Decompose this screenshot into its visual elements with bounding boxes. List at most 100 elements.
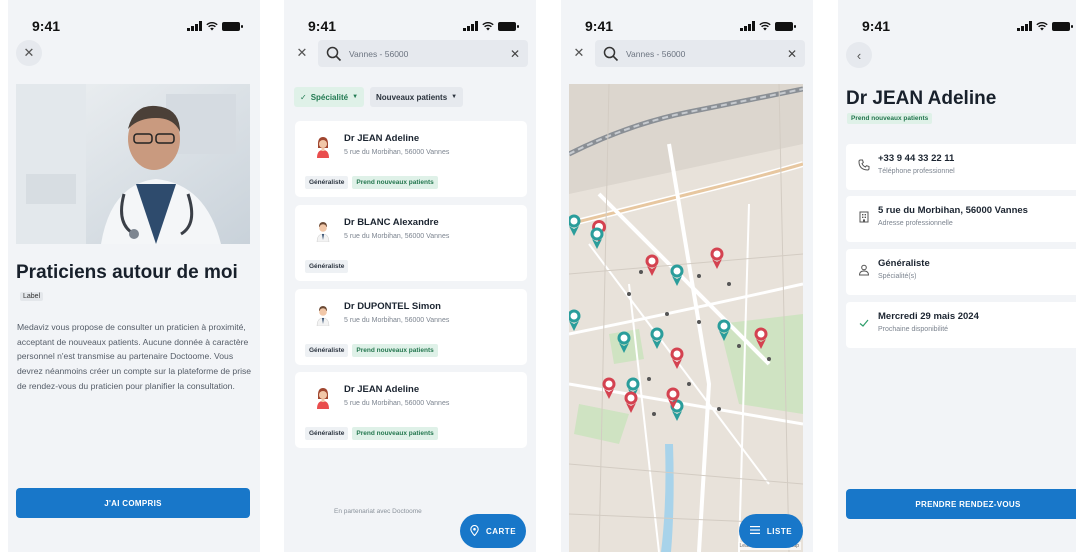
phone-label: Téléphone professionnel bbox=[878, 168, 955, 175]
close-search-button[interactable]: ✕ bbox=[571, 45, 587, 61]
status-bar: 9:41 bbox=[561, 16, 813, 36]
practitioner-name: Dr JEAN Adeline bbox=[344, 133, 420, 144]
close-icon: ✕ bbox=[573, 45, 585, 60]
search-icon bbox=[603, 46, 619, 62]
female-doctor-icon bbox=[316, 387, 330, 409]
phone-icon bbox=[856, 157, 872, 173]
chevron-left-icon: ‹ bbox=[856, 47, 862, 63]
wifi-icon bbox=[759, 21, 771, 31]
new-patients-tag: Prend nouveaux patients bbox=[352, 344, 438, 357]
check-icon bbox=[856, 315, 872, 331]
status-time: 9:41 bbox=[585, 18, 614, 34]
new-patients-tag: Prend nouveaux patients bbox=[847, 113, 933, 124]
book-appointment-button[interactable]: PRENDRE RENDEZ-VOUS bbox=[846, 489, 1076, 519]
availability-label: Prochaine disponibilité bbox=[878, 326, 949, 333]
close-search-button[interactable]: ✕ bbox=[294, 45, 310, 61]
phone-row[interactable]: +33 9 44 33 22 11 Téléphone professionne… bbox=[846, 144, 1076, 190]
label-tag: Label bbox=[20, 292, 44, 301]
status-icons bbox=[1017, 21, 1073, 31]
status-bar: 9:41 bbox=[284, 16, 536, 36]
practitioner-address: 5 rue du Morbihan, 56000 Vannes bbox=[344, 317, 450, 324]
map-screen: 9:41 ✕ Vannes - 56000 ✕ LISTE bbox=[561, 0, 813, 552]
status-time: 9:41 bbox=[862, 18, 891, 34]
specialty-row[interactable]: Généraliste Spécialité(s) bbox=[846, 249, 1076, 295]
signal-icon bbox=[740, 21, 755, 31]
status-icons bbox=[463, 21, 519, 31]
specialty-label: Spécialité(s) bbox=[878, 273, 917, 280]
specialty-tag: Généraliste bbox=[305, 176, 349, 189]
practitioner-address: 5 rue du Morbihan, 56000 Vannes bbox=[344, 149, 450, 156]
signal-icon bbox=[1017, 21, 1032, 31]
map[interactable]: Leaflet | © OpenStreetMap bbox=[569, 84, 803, 552]
battery-icon bbox=[498, 22, 519, 31]
list-icon bbox=[749, 526, 760, 536]
screens: 9:41 ✕ Praticiens autour de moi Label Me… bbox=[0, 0, 1076, 552]
back-button[interactable]: ‹ bbox=[846, 42, 872, 68]
wifi-icon bbox=[1036, 21, 1048, 31]
next-availability: Mercredi 29 mais 2024 bbox=[878, 311, 979, 322]
filter-label: Nouveaux patients bbox=[376, 92, 448, 102]
female-doctor-icon bbox=[316, 136, 330, 158]
map-view-button[interactable]: CARTE bbox=[460, 514, 526, 548]
close-button[interactable]: ✕ bbox=[16, 40, 42, 66]
specialty-tag: Généraliste bbox=[305, 344, 349, 357]
availability-row[interactable]: Mercredi 29 mais 2024 Prochaine disponib… bbox=[846, 302, 1076, 348]
practitioner-card[interactable]: Dr JEAN Adeline 5 rue du Morbihan, 56000… bbox=[295, 372, 527, 448]
close-icon: ✕ bbox=[23, 45, 35, 60]
partner-text: En partenariat avec Doctoome bbox=[334, 508, 422, 515]
phone-number: +33 9 44 33 22 11 bbox=[878, 153, 955, 164]
male-doctor-icon bbox=[316, 304, 330, 327]
filter-specialty[interactable]: ✓ Spécialité ▼ bbox=[294, 87, 365, 107]
battery-icon bbox=[222, 22, 243, 31]
practitioner-name: Dr BLANC Alexandre bbox=[344, 217, 439, 228]
address-label: Adresse professionnelle bbox=[878, 220, 953, 227]
clear-search-icon[interactable]: ✕ bbox=[787, 47, 797, 61]
male-doctor-icon bbox=[316, 220, 330, 243]
list-view-button[interactable]: LISTE bbox=[739, 514, 803, 548]
new-patients-tag: Prend nouveaux patients bbox=[352, 176, 438, 189]
practitioner-name: Dr DUPONTEL Simon bbox=[344, 301, 441, 312]
status-icons bbox=[740, 21, 796, 31]
status-bar: 9:41 bbox=[8, 16, 260, 36]
practitioner-address: 5 rue du Morbihan, 56000 Vannes bbox=[344, 233, 450, 240]
close-icon: ✕ bbox=[296, 45, 308, 60]
fab-label: LISTE bbox=[766, 526, 793, 536]
detail-screen: 9:41 ‹ Dr JEAN Adeline Prend nouveaux pa… bbox=[838, 0, 1076, 552]
practitioner-name: Dr JEAN Adeline bbox=[344, 384, 420, 395]
intro-screen: 9:41 ✕ Praticiens autour de moi Label Me… bbox=[8, 0, 260, 552]
chevron-down-icon: ▼ bbox=[352, 94, 359, 100]
search-value: Vannes - 56000 bbox=[349, 48, 409, 59]
practitioner-card[interactable]: Dr JEAN Adeline 5 rue du Morbihan, 56000… bbox=[295, 121, 527, 197]
address: 5 rue du Morbihan, 56000 Vannes bbox=[878, 205, 1028, 216]
wifi-icon bbox=[206, 21, 218, 31]
battery-icon bbox=[775, 22, 796, 31]
status-bar: 9:41 bbox=[838, 16, 1076, 36]
building-icon bbox=[856, 209, 872, 225]
chevron-down-icon: ▼ bbox=[451, 94, 458, 100]
doctor-hero-image bbox=[16, 84, 250, 244]
wifi-icon bbox=[482, 21, 494, 31]
understood-button[interactable]: J'AI COMPRIS bbox=[16, 488, 250, 518]
filter-new-patients[interactable]: Nouveaux patients ▼ bbox=[370, 87, 464, 107]
page-title: Praticiens autour de moi bbox=[16, 262, 238, 283]
address-row[interactable]: 5 rue du Morbihan, 56000 Vannes Adresse … bbox=[846, 196, 1076, 242]
search-value: Vannes - 56000 bbox=[626, 48, 686, 59]
specialty-tag: Généraliste bbox=[305, 260, 349, 273]
signal-icon bbox=[463, 21, 478, 31]
status-icons bbox=[187, 21, 243, 31]
practitioner-card[interactable]: Dr DUPONTEL Simon 5 rue du Morbihan, 560… bbox=[295, 289, 527, 365]
intro-description: Medaviz vous propose de consulter un pra… bbox=[17, 322, 252, 391]
new-patients-tag: Prend nouveaux patients bbox=[352, 427, 438, 440]
battery-icon bbox=[1052, 22, 1073, 31]
clear-search-icon[interactable]: ✕ bbox=[510, 47, 520, 61]
status-time: 9:41 bbox=[308, 18, 337, 34]
search-icon bbox=[326, 46, 342, 62]
map-pin-icon bbox=[470, 524, 479, 538]
search-input[interactable]: Vannes - 56000 ✕ bbox=[595, 40, 805, 67]
practitioner-title: Dr JEAN Adeline bbox=[846, 88, 997, 109]
search-input[interactable]: Vannes - 56000 ✕ bbox=[318, 40, 528, 67]
specialty: Généraliste bbox=[878, 258, 930, 269]
specialty-tag: Généraliste bbox=[305, 427, 349, 440]
practitioner-address: 5 rue du Morbihan, 56000 Vannes bbox=[344, 400, 450, 407]
practitioner-card[interactable]: Dr BLANC Alexandre 5 rue du Morbihan, 56… bbox=[295, 205, 527, 281]
